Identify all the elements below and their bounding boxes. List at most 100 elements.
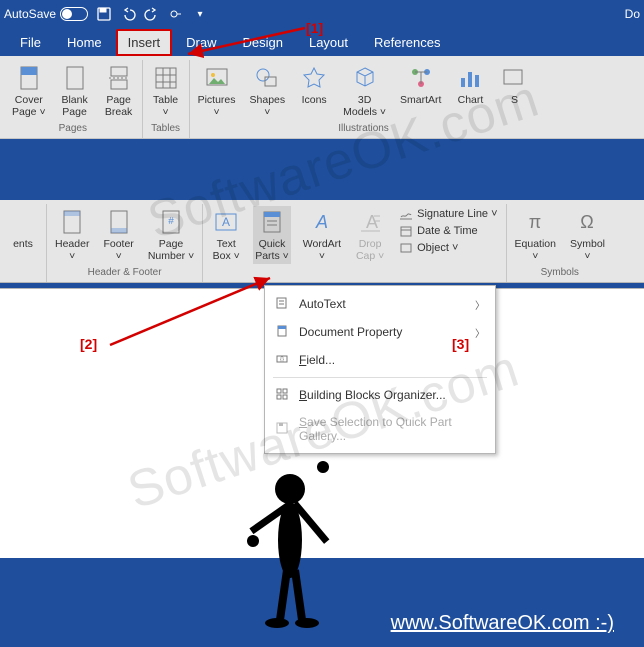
date-time-icon — [399, 224, 413, 238]
pictures-icon — [203, 64, 231, 92]
equation-button[interactable]: πEquation ˅ — [513, 206, 558, 264]
blank-page-button[interactable]: Blank Page — [58, 62, 92, 120]
save-icon[interactable] — [96, 6, 112, 22]
submenu-arrow-icon: 〉 — [475, 325, 485, 340]
cover-page-button[interactable]: Cover Page ˅ — [10, 62, 48, 120]
svg-text:π: π — [529, 212, 541, 232]
ribbon-group: Cover Page ˅ Blank Page Page Break Pages — [4, 60, 143, 138]
svg-text:A: A — [222, 215, 230, 229]
ribbon-group: AText Box ˅Quick Parts ˅AWordArt ˅ADrop … — [203, 204, 506, 282]
ribbon-item-label: Table ˅ — [153, 94, 178, 118]
symbol-button[interactable]: ΩSymbol ˅ — [568, 206, 607, 264]
ribbon-item-label: S — [511, 94, 518, 106]
page-break-button[interactable]: Page Break — [102, 62, 136, 120]
menu-item-autotext[interactable]: AutoText〉 — [265, 290, 495, 318]
object-icon — [399, 241, 413, 255]
ribbon-item-label: Header ˅ — [55, 238, 89, 262]
ribbon-item-label: WordArt ˅ — [303, 238, 341, 262]
drop-cap-button[interactable]: ADrop Cap ˅ — [353, 206, 387, 264]
customize-qat-icon[interactable]: ▾ — [192, 6, 208, 22]
ribbon-item-label: Page Number ˅ — [148, 238, 194, 262]
touch-mode-icon[interactable] — [168, 6, 184, 22]
ribbon-item-label: Symbol ˅ — [570, 238, 605, 262]
icons-button[interactable]: Icons — [297, 62, 331, 108]
redo-icon[interactable] — [144, 6, 160, 22]
autotext-icon — [275, 296, 291, 312]
table-icon — [152, 64, 180, 92]
annotation-2: [2] — [80, 336, 97, 352]
page-number-button[interactable]: # Page Number ˅ — [146, 206, 196, 264]
group-label: Pages — [59, 120, 87, 138]
pictures-button[interactable]: Pictures ˅ — [196, 62, 238, 120]
wordart-icon: A — [308, 208, 336, 236]
menu-item-label: Document Property — [299, 325, 467, 339]
field-icon: {} — [275, 352, 291, 368]
quick-parts-button[interactable]: Quick Parts ˅ — [253, 206, 291, 264]
text-box-button[interactable]: AText Box ˅ — [209, 206, 243, 264]
signature-line-button[interactable]: Signature Line ˅ — [397, 206, 499, 222]
equation-icon: π — [521, 208, 549, 236]
svg-text:#: # — [168, 216, 174, 227]
blank-page-icon — [61, 64, 89, 92]
doc-title: Do — [625, 7, 640, 21]
footer-button[interactable]: Footer ˅ — [101, 206, 135, 264]
cover-page-icon — [15, 64, 43, 92]
header-button[interactable]: Header ˅ — [53, 206, 91, 264]
menu-separator — [273, 377, 487, 378]
smartart-button[interactable]: SmartArt — [398, 62, 443, 108]
undo-icon[interactable] — [120, 6, 136, 22]
ribbon-item-label: Footer ˅ — [103, 238, 133, 262]
tab-draw[interactable]: Draw — [174, 29, 228, 56]
date-time-button[interactable]: Date & Time — [397, 223, 499, 239]
menu-item-label: Building Blocks Organizer... — [299, 388, 485, 402]
footer-link[interactable]: www.SoftwareOK.com :-) — [391, 612, 614, 635]
ribbon-item-label: Cover Page ˅ — [12, 94, 46, 118]
annotation-3: [3] — [452, 336, 469, 352]
ribbon-item-label: Shapes ˅ — [250, 94, 286, 118]
ribbon-item-label: Icons — [302, 94, 327, 106]
document-property-icon — [275, 324, 291, 340]
annotation-1: [1] — [306, 20, 323, 36]
comments-partial-button[interactable]: ents — [6, 206, 40, 252]
tab-references[interactable]: References — [362, 29, 452, 56]
autosave-toggle[interactable]: AutoSave — [4, 7, 88, 21]
svg-text:A: A — [366, 212, 378, 232]
comments-partial-icon — [9, 208, 37, 236]
shapes-icon — [253, 64, 281, 92]
quick-parts-menu: AutoText〉 Document Property 〉 {} Field... Bui… — [264, 285, 496, 454]
chart-icon — [456, 64, 484, 92]
menu-item-label: AutoText — [299, 297, 467, 311]
chart-button[interactable]: Chart — [453, 62, 487, 108]
menu-item-building-blocks-organizer[interactable]: Building Blocks Organizer... — [265, 381, 495, 409]
menu-item-label: Field... — [299, 353, 485, 367]
ribbon-group: Header ˅ Footer ˅ # Page Number ˅ Header & F… — [47, 204, 203, 282]
tab-design[interactable]: Design — [231, 29, 295, 56]
ribbon-item-label: Chart — [458, 94, 484, 106]
page-break-icon — [105, 64, 133, 92]
object-button[interactable]: Object ˅ — [397, 240, 499, 256]
group-label: Header & Footer — [88, 264, 162, 282]
ribbon-item-label: SmartArt — [400, 94, 441, 106]
toggle-off-icon — [60, 7, 88, 21]
ribbon-insert: Cover Page ˅ Blank Page Page Break Pages Tab… — [0, 56, 644, 139]
symbol-icon: Ω — [573, 208, 601, 236]
header-icon — [58, 208, 86, 236]
ribbon-item-label: Quick Parts ˅ — [255, 238, 289, 262]
3d-models-button[interactable]: 3D Models ˅ — [341, 62, 388, 120]
screenshot-partial-button[interactable]: S — [497, 62, 531, 108]
tab-home[interactable]: Home — [55, 29, 114, 56]
stack-item-label: Date & Time — [417, 225, 478, 237]
table-button[interactable]: Table ˅ — [149, 62, 183, 120]
smartart-icon — [407, 64, 435, 92]
tab-file[interactable]: File — [8, 29, 53, 56]
text-box-icon: A — [212, 208, 240, 236]
wordart-button[interactable]: AWordArt ˅ — [301, 206, 343, 264]
building-blocks-organizer-icon — [275, 387, 291, 403]
save-selection-icon — [275, 421, 291, 437]
screenshot-partial-icon — [500, 64, 528, 92]
ribbon-insert-continued: entsHeader ˅Footer ˅#Page Number ˅Header… — [0, 200, 644, 283]
group-label: Symbols — [541, 264, 579, 282]
menu-item-label: Save Selection to Quick Part Gallery... — [299, 415, 485, 443]
tab-insert[interactable]: Insert — [116, 29, 173, 56]
shapes-button[interactable]: Shapes ˅ — [248, 62, 288, 120]
